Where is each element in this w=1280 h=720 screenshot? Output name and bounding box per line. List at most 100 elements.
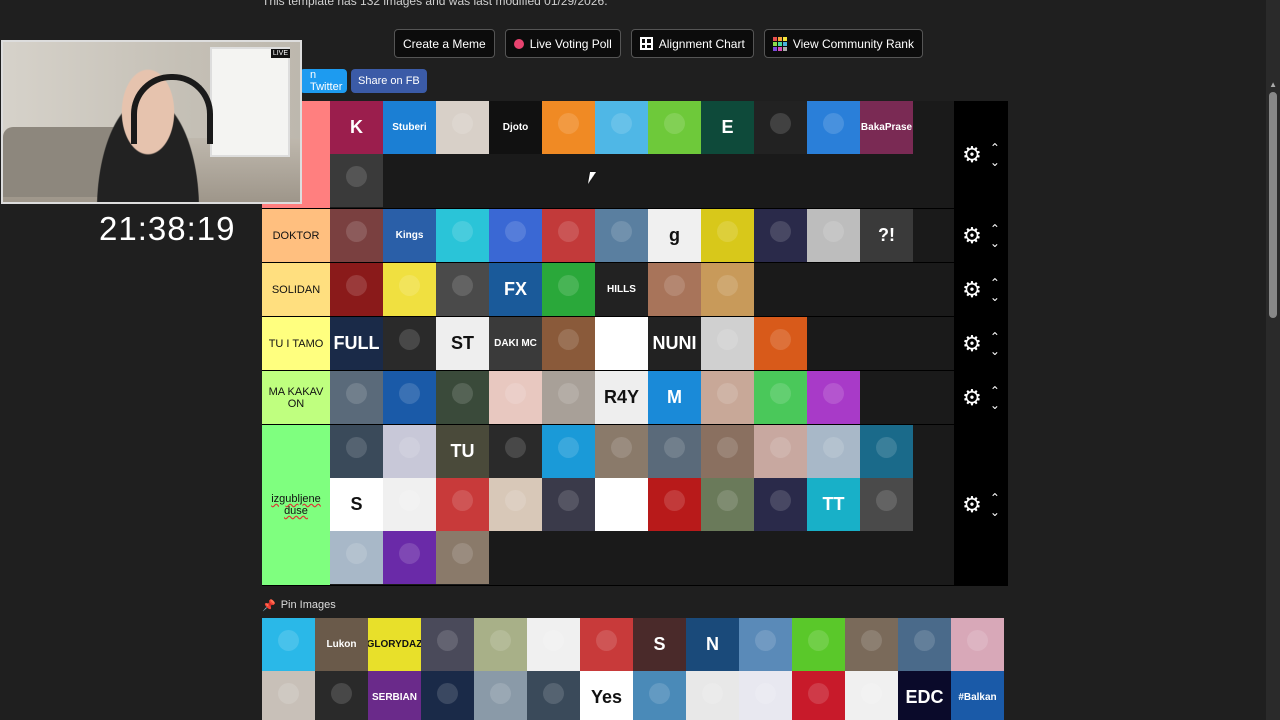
- pinned-image[interactable]: [792, 618, 845, 671]
- tier-item-image[interactable]: [436, 371, 489, 424]
- tier-item-image[interactable]: [701, 425, 754, 478]
- pinned-image[interactable]: SERBIAN: [368, 671, 421, 720]
- chevron-down-icon[interactable]: ⌄: [990, 237, 1000, 249]
- tier-item-image[interactable]: [489, 425, 542, 478]
- pinned-image[interactable]: N: [686, 618, 739, 671]
- tier-item-image[interactable]: TU: [436, 425, 489, 478]
- pinned-image[interactable]: [686, 671, 739, 720]
- tier-item-image[interactable]: K: [330, 101, 383, 154]
- tier-item-image[interactable]: [648, 425, 701, 478]
- view-community-rank-button[interactable]: View Community Rank: [763, 29, 923, 58]
- scrollbar-thumb[interactable]: [1269, 92, 1277, 318]
- tier-item-image[interactable]: [436, 101, 489, 154]
- tier-item-image[interactable]: [542, 425, 595, 478]
- tier-item-image[interactable]: [330, 425, 383, 478]
- tier-item-image[interactable]: [860, 425, 913, 478]
- pinned-image[interactable]: [421, 618, 474, 671]
- pinned-image[interactable]: [580, 618, 633, 671]
- tier-item-image[interactable]: [701, 371, 754, 424]
- pinned-image[interactable]: [262, 671, 315, 720]
- tier-item-image[interactable]: [542, 101, 595, 154]
- pinned-image[interactable]: Lukon: [315, 618, 368, 671]
- tier-item-image[interactable]: [330, 154, 383, 207]
- tier-item-image[interactable]: Kings: [383, 209, 436, 262]
- tier-item-image[interactable]: [648, 478, 701, 531]
- tier-item-image[interactable]: g: [648, 209, 701, 262]
- tier-item-image[interactable]: R4Y: [595, 371, 648, 424]
- tier-item-image[interactable]: [436, 478, 489, 531]
- tier-item-image[interactable]: [754, 478, 807, 531]
- pinned-image[interactable]: Yes: [580, 671, 633, 720]
- tier-item-image[interactable]: [701, 317, 754, 370]
- gear-icon[interactable]: ⚙: [962, 332, 982, 355]
- chevron-up-icon[interactable]: ⌃: [990, 277, 1000, 289]
- tier-item-image[interactable]: [701, 263, 754, 316]
- gear-icon[interactable]: ⚙: [962, 224, 982, 247]
- tier-item-image[interactable]: [330, 263, 383, 316]
- pinned-image[interactable]: #Balkan: [951, 671, 1004, 720]
- chevron-down-icon[interactable]: ⌄: [990, 156, 1000, 168]
- tier-item-image[interactable]: [807, 101, 860, 154]
- gear-icon[interactable]: ⚙: [962, 386, 982, 409]
- tier-item-image[interactable]: [489, 209, 542, 262]
- tier-item-image[interactable]: [595, 478, 648, 531]
- pinned-image[interactable]: [633, 671, 686, 720]
- pinned-image[interactable]: [421, 671, 474, 720]
- tier-item-image[interactable]: [860, 478, 913, 531]
- tier-item-image[interactable]: [754, 209, 807, 262]
- gear-icon[interactable]: ⚙: [962, 143, 982, 166]
- tier-item-image[interactable]: [701, 478, 754, 531]
- tier-item-image[interactable]: [489, 371, 542, 424]
- tier-item-image[interactable]: [542, 263, 595, 316]
- tier-item-image[interactable]: [383, 531, 436, 584]
- tier-item-image[interactable]: [330, 209, 383, 262]
- tier-item-image[interactable]: [383, 263, 436, 316]
- chevron-up-icon[interactable]: ⌃: [990, 492, 1000, 504]
- create-meme-button[interactable]: Create a Meme: [394, 29, 495, 58]
- tier-item-image[interactable]: [383, 317, 436, 370]
- tier-item-image[interactable]: [754, 371, 807, 424]
- tier-item-image[interactable]: TT: [807, 478, 860, 531]
- pinned-image[interactable]: [739, 618, 792, 671]
- tier-item-image[interactable]: [436, 209, 489, 262]
- tier-item-image[interactable]: [330, 371, 383, 424]
- scroll-up-arrow-icon[interactable]: ▲: [1269, 80, 1277, 89]
- chevron-down-icon[interactable]: ⌄: [990, 291, 1000, 303]
- tier-item-image[interactable]: [754, 317, 807, 370]
- pinned-image[interactable]: [792, 671, 845, 720]
- tier-item-image[interactable]: [542, 371, 595, 424]
- pinned-image[interactable]: [898, 618, 951, 671]
- tier-item-image[interactable]: [542, 317, 595, 370]
- tier-item-image[interactable]: DAKI MC: [489, 317, 542, 370]
- pinned-image[interactable]: [315, 671, 368, 720]
- tier-item-image[interactable]: HILLS: [595, 263, 648, 316]
- pinned-image[interactable]: [951, 618, 1004, 671]
- tier-item-image[interactable]: Stuberi: [383, 101, 436, 154]
- chevron-up-icon[interactable]: ⌃: [990, 331, 1000, 343]
- tier-item-image[interactable]: [542, 478, 595, 531]
- pinned-image[interactable]: [262, 618, 315, 671]
- tier-item-image[interactable]: [807, 371, 860, 424]
- tier-item-image[interactable]: BakaPrase: [860, 101, 913, 154]
- gear-icon[interactable]: ⚙: [962, 278, 982, 301]
- pinned-image[interactable]: [527, 618, 580, 671]
- tier-item-image[interactable]: [754, 425, 807, 478]
- live-voting-poll-button[interactable]: Live Voting Poll: [504, 29, 621, 58]
- pinned-image[interactable]: [845, 618, 898, 671]
- tier-item-image[interactable]: M: [648, 371, 701, 424]
- chevron-down-icon[interactable]: ⌄: [990, 399, 1000, 411]
- tier-item-image[interactable]: [648, 101, 701, 154]
- chevron-down-icon[interactable]: ⌄: [990, 345, 1000, 357]
- tier-label[interactable]: MA KAKAV ON: [262, 371, 330, 424]
- tier-item-image[interactable]: [595, 317, 648, 370]
- chevron-down-icon[interactable]: ⌄: [990, 506, 1000, 518]
- pinned-image[interactable]: [739, 671, 792, 720]
- tier-label[interactable]: TU I TAMO: [262, 317, 330, 370]
- tier-item-image[interactable]: [807, 425, 860, 478]
- chevron-up-icon[interactable]: ⌃: [990, 142, 1000, 154]
- tier-item-image[interactable]: [595, 101, 648, 154]
- tier-item-image[interactable]: [436, 531, 489, 584]
- pinned-image[interactable]: GLORYDAZ: [368, 618, 421, 671]
- tier-item-image[interactable]: [489, 478, 542, 531]
- chevron-up-icon[interactable]: ⌃: [990, 223, 1000, 235]
